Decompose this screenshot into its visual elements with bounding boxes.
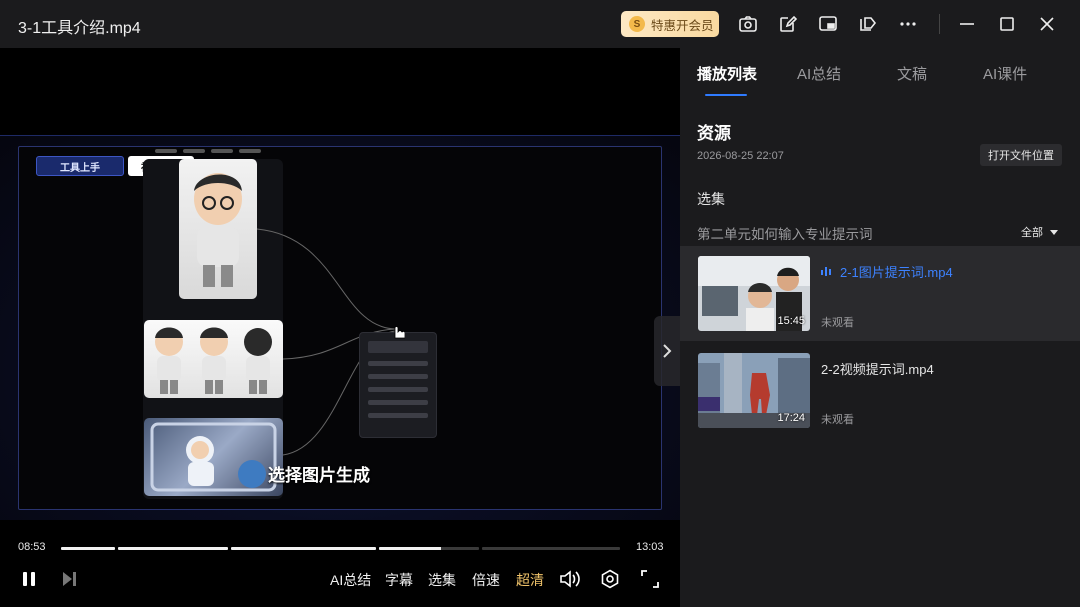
video-thumbnail: 15:45 [698, 256, 810, 331]
share-icon[interactable] [856, 12, 880, 36]
current-time: 08:53 [18, 541, 46, 553]
node-connections [256, 228, 396, 456]
resource-title: 资源 [697, 124, 731, 143]
open-file-location-button[interactable]: 打开文件位置 [980, 144, 1062, 166]
note-edit-icon[interactable] [776, 12, 800, 36]
coin-icon: S [629, 16, 645, 32]
picture-in-picture-icon[interactable] [816, 12, 840, 36]
unit-title: 第二单元如何输入专业提示词 [697, 227, 873, 242]
title-bar: 3-1工具介绍.mp4 S 特惠开会员 [0, 0, 1080, 48]
playlist-item[interactable]: 17:24 2-2视频提示词.mp4 未观看 [680, 343, 1080, 438]
video-player[interactable]: 工具上手 社媒配图 [0, 48, 680, 520]
episodes-title: 选集 [697, 191, 725, 207]
minimize-icon[interactable] [955, 12, 979, 36]
filter-label: 全部 [1021, 227, 1043, 239]
next-track-icon[interactable] [58, 568, 80, 590]
video-title: 2-1图片提示词.mp4 [840, 265, 953, 280]
tab-ai-courseware[interactable]: AI课件 [983, 63, 1027, 84]
video-duration: 15:45 [777, 315, 805, 327]
vip-button[interactable]: S 特惠开会员 [621, 11, 719, 37]
ai-summary-button[interactable]: AI总结 [330, 570, 371, 590]
volume-icon[interactable] [559, 568, 581, 590]
fullscreen-icon[interactable] [639, 568, 661, 590]
playlist-item[interactable]: 15:45 2-1图片提示词.mp4 未观看 [680, 246, 1080, 341]
video-subtitle: 选择图片生成 [268, 466, 370, 485]
screenshot-icon[interactable] [736, 12, 760, 36]
tab-playlist[interactable]: 播放列表 [697, 63, 757, 84]
progress-bar[interactable] [61, 547, 620, 550]
next-panel-button[interactable] [654, 316, 680, 386]
filter-dropdown[interactable]: 全部 [1021, 224, 1059, 240]
title-divider [939, 14, 940, 34]
pause-icon[interactable] [18, 568, 40, 590]
tab-transcript[interactable]: 文稿 [897, 63, 927, 84]
side-panel: 播放列表 AI总结 文稿 AI课件 资源 2026-08-25 22:07 打开… [680, 48, 1080, 607]
vip-label: 特惠开会员 [651, 18, 714, 33]
player-controls: 08:53 13:03 AI总结 字幕 选集 倍速 超清 [0, 520, 680, 607]
quality-button[interactable]: 超清 [516, 570, 544, 590]
close-icon[interactable] [1035, 12, 1059, 36]
watch-status: 未观看 [821, 414, 854, 426]
total-time: 13:03 [636, 541, 664, 553]
tab-ai-summary[interactable]: AI总结 [797, 63, 841, 84]
watch-status: 未观看 [821, 317, 854, 329]
episodes-button[interactable]: 选集 [428, 570, 456, 590]
generate-menu [359, 332, 437, 438]
captions-button[interactable]: 字幕 [385, 570, 413, 590]
more-icon[interactable] [896, 12, 920, 36]
maximize-icon[interactable] [995, 12, 1019, 36]
video-title: 2-2视频提示词.mp4 [821, 362, 934, 377]
window-title: 3-1工具介绍.mp4 [18, 20, 141, 37]
tab-indicator [705, 94, 747, 96]
progress-fill [61, 547, 115, 550]
chevron-right-icon [663, 344, 672, 358]
settings-icon[interactable] [599, 568, 621, 590]
speed-button[interactable]: 倍速 [472, 570, 500, 590]
video-content: 工具上手 社媒配图 [18, 146, 662, 510]
video-frame: 工具上手 社媒配图 [0, 135, 680, 520]
caret-down-icon [1050, 230, 1059, 235]
playing-indicator-icon [821, 267, 831, 276]
video-duration: 17:24 [777, 412, 805, 424]
resource-date: 2026-08-25 22:07 [697, 150, 784, 162]
video-thumbnail: 17:24 [698, 353, 810, 428]
hand-cursor-icon [394, 326, 405, 339]
